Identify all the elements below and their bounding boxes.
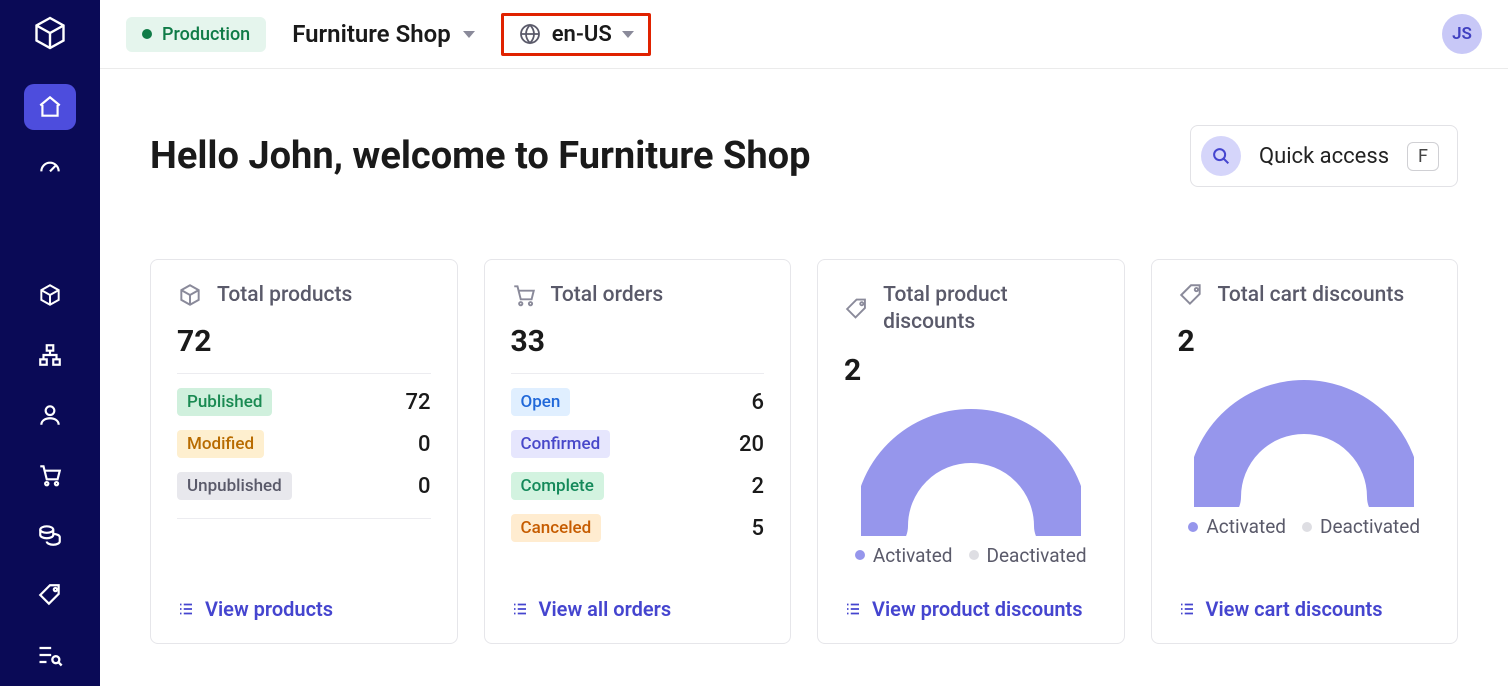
- chip-published: Published: [177, 388, 272, 416]
- stat-value: 72: [405, 390, 430, 415]
- card-cart-discounts: Total cart discounts 2 Activated Deactiv…: [1151, 259, 1459, 644]
- card-title: Total orders: [551, 283, 664, 307]
- list-icon: [844, 600, 862, 618]
- coins-icon: [37, 522, 63, 548]
- topbar: Production Furniture Shop en-US JS: [100, 0, 1508, 69]
- total-value: 72: [177, 324, 431, 359]
- cube-icon: [37, 282, 63, 308]
- chevron-down-icon: [463, 31, 475, 38]
- list-icon: [177, 600, 195, 618]
- quick-access-label: Quick access: [1259, 144, 1389, 169]
- nav-categories[interactable]: [24, 332, 76, 378]
- stat-row: Confirmed 20: [511, 430, 765, 458]
- list-icon: [511, 600, 529, 618]
- card-title: Total cart discounts: [1218, 283, 1405, 307]
- nav-gauge[interactable]: [24, 144, 76, 190]
- chip-confirmed: Confirmed: [511, 430, 611, 458]
- stat-value: 20: [739, 432, 764, 457]
- user-icon: [37, 402, 63, 428]
- locale-label: en-US: [552, 22, 612, 47]
- main: Production Furniture Shop en-US JS Hello…: [100, 0, 1508, 686]
- view-product-discounts-link[interactable]: View product discounts: [844, 597, 1098, 621]
- tag-icon: [1178, 282, 1204, 308]
- chip-modified: Modified: [177, 430, 264, 458]
- stat-row: Open 6: [511, 388, 765, 416]
- nav-home[interactable]: [24, 84, 76, 130]
- avatar-initials: JS: [1452, 24, 1472, 44]
- cart-icon: [511, 282, 537, 308]
- keyboard-shortcut: F: [1407, 142, 1439, 171]
- card-title: Total products: [217, 283, 352, 307]
- stat-value: 2: [751, 474, 764, 499]
- chart-legend: Activated Deactivated: [1178, 515, 1432, 538]
- quick-access-button[interactable]: Quick access F: [1190, 125, 1458, 187]
- tag-icon: [844, 296, 869, 322]
- stat-row: Published 72: [177, 388, 431, 416]
- stat-row: Modified 0: [177, 430, 431, 458]
- cube-icon: [177, 282, 203, 308]
- total-value: 2: [844, 353, 1098, 388]
- card-title: Total product discounts: [883, 282, 1097, 337]
- environment-label: Production: [162, 24, 250, 45]
- app-logo: [28, 14, 72, 53]
- card-product-discounts: Total product discounts 2 Activated Deac…: [817, 259, 1125, 644]
- shop-name: Furniture Shop: [292, 20, 450, 48]
- view-orders-link[interactable]: View all orders: [511, 597, 765, 621]
- card-total-products: Total products 72 Published72 Modified0 …: [150, 259, 458, 644]
- stat-value: 5: [751, 516, 764, 541]
- view-products-link[interactable]: View products: [177, 597, 431, 621]
- gauge-chart: [1178, 377, 1432, 507]
- view-cart-discounts-link[interactable]: View cart discounts: [1178, 597, 1432, 621]
- chip-open: Open: [511, 388, 571, 416]
- gauge-chart: [844, 406, 1098, 536]
- globe-icon: [518, 22, 542, 46]
- nav-orders[interactable]: [24, 452, 76, 498]
- home-icon: [37, 94, 63, 120]
- list-icon: [1178, 600, 1196, 618]
- stat-row: Complete 2: [511, 472, 765, 500]
- tree-icon: [37, 342, 63, 368]
- tag-icon: [37, 582, 63, 608]
- user-avatar[interactable]: JS: [1442, 14, 1482, 54]
- chevron-down-icon: [622, 31, 634, 38]
- search-list-icon: [36, 641, 64, 669]
- chip-canceled: Canceled: [511, 514, 602, 542]
- chip-unpublished: Unpublished: [177, 472, 292, 500]
- legend-dot-icon: [1188, 522, 1198, 532]
- gauge-icon: [37, 154, 63, 180]
- stat-value: 0: [418, 474, 431, 499]
- shop-selector[interactable]: Furniture Shop: [284, 16, 482, 52]
- chart-legend: Activated Deactivated: [844, 544, 1098, 567]
- nav-customers[interactable]: [24, 392, 76, 438]
- stat-value: 6: [751, 390, 764, 415]
- legend-dot-icon: [969, 550, 979, 560]
- stat-row: Canceled 5: [511, 514, 765, 542]
- stat-value: 0: [418, 432, 431, 457]
- nav-prices[interactable]: [24, 512, 76, 558]
- sidebar: [0, 0, 100, 686]
- total-value: 2: [1178, 324, 1432, 359]
- card-total-orders: Total orders 33 Open 6 Confirmed 20 Comple…: [484, 259, 792, 644]
- nav-discounts[interactable]: [24, 572, 76, 618]
- page-title: Hello John, welcome to Furniture Shop: [150, 134, 1160, 178]
- legend-dot-icon: [855, 550, 865, 560]
- environment-badge: Production: [126, 17, 266, 52]
- locale-selector[interactable]: en-US: [501, 13, 651, 56]
- chip-complete: Complete: [511, 472, 604, 500]
- status-dot-icon: [142, 29, 152, 39]
- legend-dot-icon: [1302, 522, 1312, 532]
- nav-products[interactable]: [24, 272, 76, 318]
- cart-icon: [37, 462, 63, 488]
- nav-search-list[interactable]: [24, 632, 76, 678]
- stat-row: Unpublished 0: [177, 472, 431, 500]
- stats-cards: Total products 72 Published72 Modified0 …: [150, 259, 1458, 644]
- content: Hello John, welcome to Furniture Shop Qu…: [100, 69, 1508, 674]
- search-icon: [1201, 136, 1241, 176]
- total-value: 33: [511, 324, 765, 359]
